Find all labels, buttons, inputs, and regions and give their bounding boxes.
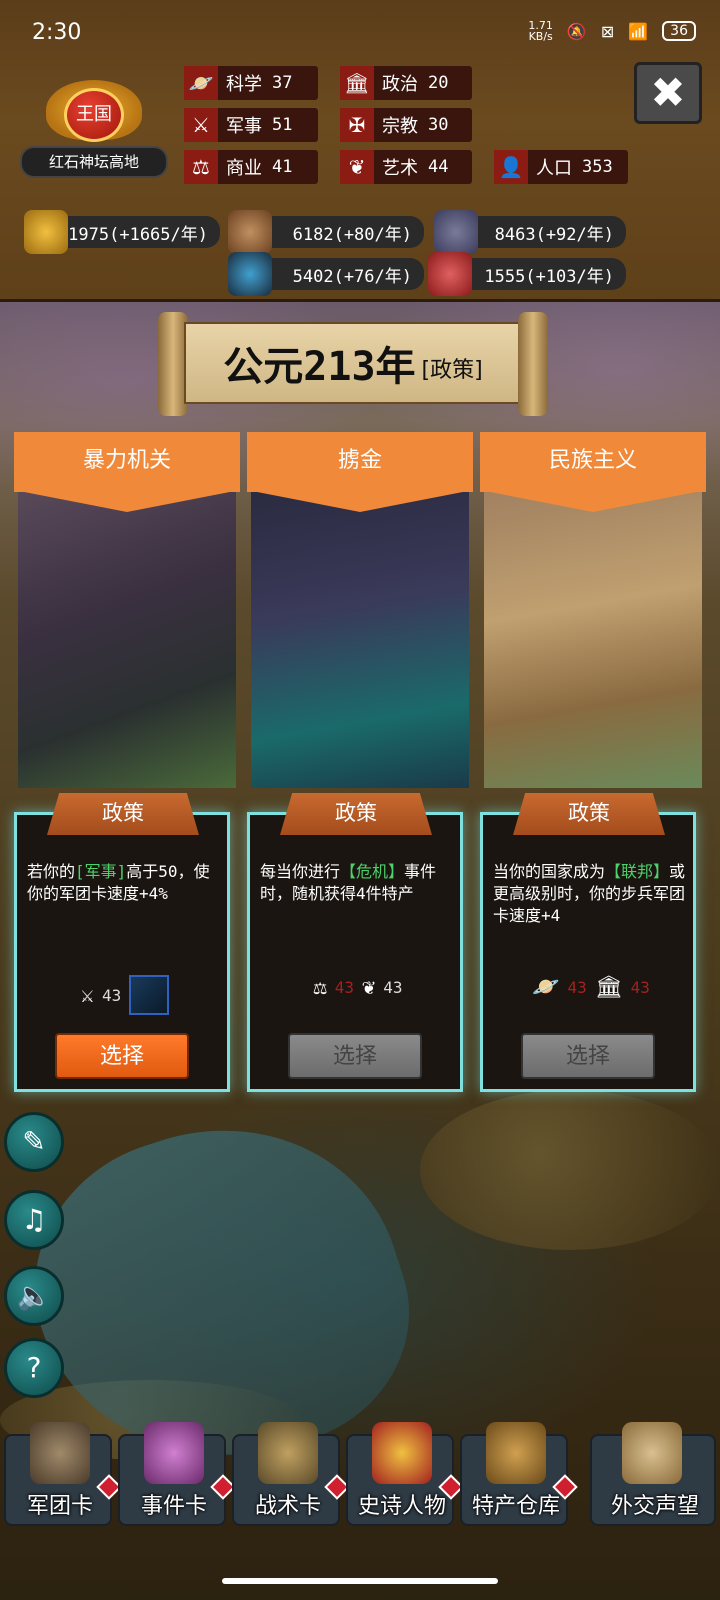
stone-ore-icon — [434, 210, 478, 254]
stat-politics[interactable]: 🏛 政治 20 — [340, 66, 472, 100]
nav-diplomacy[interactable]: 外交声望 — [590, 1422, 716, 1526]
year-banner: 公元213年 [政策] — [158, 312, 548, 416]
resource-stone[interactable]: 8463(+92/年) — [434, 210, 626, 254]
planet-icon: 🪐 — [532, 975, 560, 1000]
policy-card: 政策 每当你进行【危机】事件时，随机获得4件特产 ⚖ 43 ❦ 43 选择 — [247, 793, 463, 1092]
select-button[interactable]: 选择 — [288, 1033, 422, 1079]
policy-card: 政策 若你的[军事]高于50，使你的军团卡速度+4% ⚔ 43 选择 — [14, 793, 233, 1092]
scroll-roll-right — [518, 312, 548, 416]
resource-food[interactable]: 1555(+103/年) — [428, 252, 626, 296]
card-requirements: ⚖ 43 ❦ 43 — [313, 975, 403, 1000]
card-title: 民族主义 — [480, 432, 706, 512]
nav-event-cards[interactable]: 事件卡 — [118, 1422, 236, 1526]
system-icons: 1.71 KB/s 🔕 ⊠ 📶 36 — [528, 20, 696, 42]
card-tag: 政策 — [47, 793, 199, 835]
wood-logs-icon — [228, 210, 272, 254]
policy-card-art[interactable]: 暴力机关 — [14, 432, 240, 788]
meat-food-icon — [428, 252, 472, 296]
network-speed: 1.71 KB/s — [528, 19, 553, 43]
cross-emblem-icon: ✠ — [340, 108, 374, 142]
kingdom-emblem[interactable]: 王国 — [40, 72, 148, 152]
nav-epic-figures[interactable]: 史诗人物 — [346, 1422, 464, 1526]
music-off-icon: ♫ — [21, 1203, 47, 1236]
sim-off-icon: ⊠ — [600, 21, 615, 41]
status-bar: 2:30 1.71 KB/s 🔕 ⊠ 📶 36 — [0, 0, 720, 70]
helmet-icon — [30, 1422, 90, 1484]
resource-gold[interactable]: 81975(+1665/年) — [24, 210, 220, 254]
nav-legion-cards[interactable]: 军团卡 — [4, 1422, 122, 1526]
card-requirements: 🪐 43 🏛 43 — [532, 975, 650, 1000]
select-button[interactable]: 选择 — [55, 1033, 189, 1079]
select-button[interactable]: 选择 — [521, 1033, 655, 1079]
policy-card-art[interactable]: 民族主义 — [480, 432, 706, 788]
stat-science[interactable]: 🪐 科学 37 — [184, 66, 318, 100]
luxury-goods-icon — [228, 252, 272, 296]
sound-icon: 🔈 — [16, 1279, 52, 1312]
nav-tactic-cards[interactable]: 战术卡 — [232, 1422, 350, 1526]
card-requirements: ⚔ 43 — [17, 975, 233, 1015]
lotus-icon: ❦ — [362, 975, 376, 1000]
help-button[interactable]: ? — [4, 1338, 64, 1398]
event-card-thumbnail — [129, 975, 170, 1015]
card-description: 若你的[军事]高于50，使你的军团卡速度+4% — [27, 862, 210, 903]
year-title: 公元213年 — [223, 344, 416, 390]
card-title: 掳金 — [247, 432, 473, 512]
banner-subtitle: [政策] — [421, 358, 483, 383]
stat-population[interactable]: 👤 人口 353 — [494, 150, 628, 184]
card-description: 每当你进行【危机】事件时，随机获得4件特产 — [260, 862, 437, 903]
mute-notifications-icon: 🔕 — [566, 21, 587, 41]
crossed-swords-icon: ⚔ — [80, 982, 94, 1008]
card-description: 当你的国家成为【联邦】或更高级别时，你的步兵军团卡速度+4 — [493, 862, 686, 925]
egyptian-temple-illustration — [484, 488, 702, 788]
government-building-icon: 🏛 — [594, 975, 623, 1000]
government-building-icon: 🏛 — [340, 66, 374, 100]
feedback-icon: ✎ — [22, 1125, 46, 1158]
sound-toggle-button[interactable]: 🔈 — [4, 1266, 64, 1326]
card-title: 暴力机关 — [14, 432, 240, 512]
wifi-icon: 📶 — [628, 21, 649, 41]
scroll-icon — [144, 1422, 204, 1484]
policy-card-art[interactable]: 掳金 — [247, 432, 473, 788]
close-icon: ✖ — [650, 68, 686, 117]
crown-icon — [372, 1422, 432, 1484]
scroll-body: 公元213年 [政策] — [184, 322, 522, 404]
kingdom-rank: 王国 — [64, 88, 124, 142]
feedback-button[interactable]: ✎ — [4, 1112, 64, 1172]
scales-icon: ⚖ — [313, 975, 327, 1000]
planet-icon: 🪐 — [184, 66, 218, 100]
bottom-nav: 军团卡 事件卡 战术卡 史诗人物 特产仓库 外交声望 — [0, 1422, 720, 1538]
stat-art[interactable]: ❦ 艺术 44 — [340, 150, 472, 184]
resource-luxury[interactable]: 5402(+76/年) — [228, 252, 424, 296]
gold-coins-icon — [24, 210, 68, 254]
card-tag: 政策 — [280, 793, 432, 835]
crossed-swords-shield-icon — [258, 1422, 318, 1484]
close-button[interactable]: ✖ — [634, 62, 702, 124]
music-toggle-button[interactable]: ♫ — [4, 1190, 64, 1250]
battery-icon: 36 — [662, 21, 696, 41]
treasure-chest-icon — [486, 1422, 546, 1484]
person-icon: 👤 — [494, 150, 528, 184]
home-indicator[interactable] — [222, 1578, 498, 1584]
stat-commerce[interactable]: ⚖ 商业 41 — [184, 150, 318, 184]
crossed-swords-icon: ⚔ — [184, 108, 218, 142]
treasure-altar-illustration — [251, 488, 469, 788]
resource-wood[interactable]: 6182(+80/年) — [228, 210, 424, 254]
city-battle-illustration — [18, 488, 236, 788]
nav-specialty-warehouse[interactable]: 特产仓库 — [460, 1422, 578, 1526]
stat-religion[interactable]: ✠ 宗教 30 — [340, 108, 472, 142]
forest-hill — [420, 1090, 720, 1250]
help-icon: ? — [26, 1351, 42, 1384]
lotus-icon: ❦ — [340, 150, 374, 184]
kingdom-name: 红石神坛高地 — [20, 146, 168, 178]
scales-icon: ⚖ — [184, 150, 218, 184]
card-tag: 政策 — [513, 793, 665, 835]
stat-military[interactable]: ⚔ 军事 51 — [184, 108, 318, 142]
envelope-icon — [622, 1422, 682, 1484]
policy-card: 政策 当你的国家成为【联邦】或更高级别时，你的步兵军团卡速度+4 🪐 43 🏛 … — [480, 793, 696, 1092]
clock: 2:30 — [32, 20, 82, 45]
